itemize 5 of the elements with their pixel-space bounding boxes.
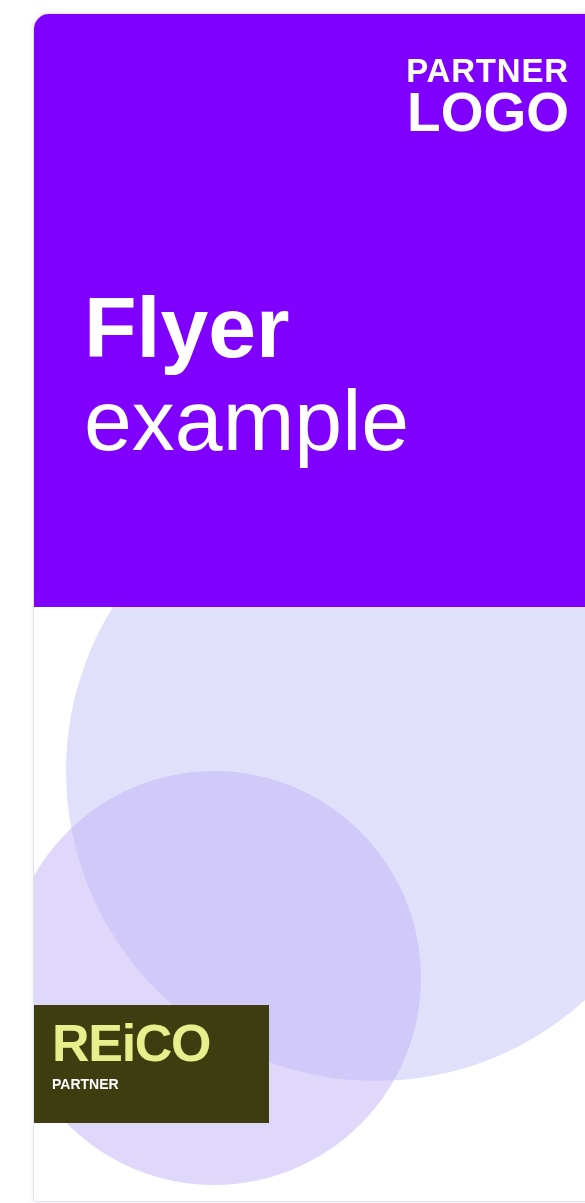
partner-logo-text: PARTNER — [406, 54, 569, 87]
partner-logo-text: LOGO — [407, 85, 569, 140]
badge-label: PARTNER — [52, 1077, 120, 1091]
flyer-title: Flyer — [84, 278, 291, 377]
brand-logo-text: REiCO — [52, 1017, 212, 1069]
